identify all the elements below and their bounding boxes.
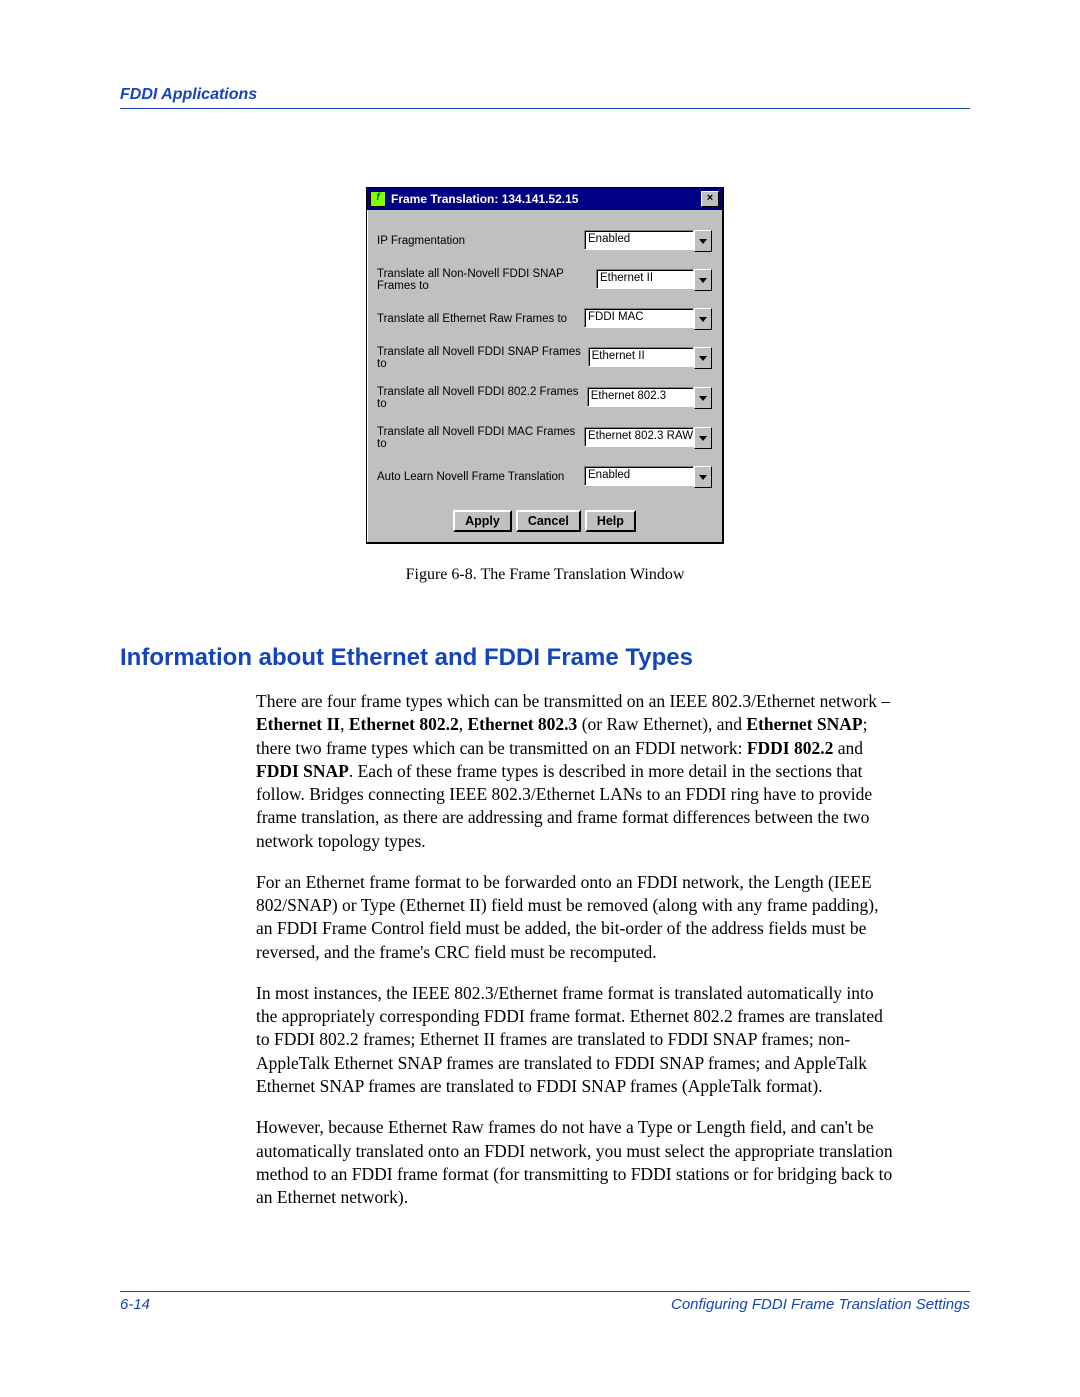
dialog-title: Frame Translation: 134.141.52.15 <box>391 192 701 206</box>
dialog-titlebar: f Frame Translation: 134.141.52.15 × <box>367 188 722 210</box>
option-row: Translate all Non-Novell FDDI SNAP Frame… <box>377 268 712 292</box>
select-value: FDDI MAC <box>584 308 694 328</box>
body-text-column: There are four frame types which can be … <box>256 690 896 1209</box>
ethernet-raw-select[interactable]: FDDI MAC <box>584 308 712 330</box>
bold-text: Ethernet 802.3 <box>467 714 577 734</box>
novell-mac-select[interactable]: Ethernet 802.3 RAW <box>584 427 712 449</box>
help-button[interactable]: Help <box>585 510 636 532</box>
option-label: Auto Learn Novell Frame Translation <box>377 471 564 483</box>
running-header: FDDI Applications <box>120 86 970 109</box>
bold-text: Ethernet 802.2 <box>349 714 459 734</box>
app-icon: f <box>370 191 386 207</box>
cancel-button[interactable]: Cancel <box>516 510 581 532</box>
dialog-button-row: Apply Cancel Help <box>377 510 712 532</box>
text: . Each of these frame types is described… <box>256 761 872 851</box>
option-row: Translate all Ethernet Raw Frames to FDD… <box>377 308 712 330</box>
frame-translation-dialog: f Frame Translation: 134.141.52.15 × IP … <box>366 187 724 544</box>
select-value: Enabled <box>584 230 694 250</box>
chevron-down-icon <box>694 466 712 488</box>
ip-fragmentation-select[interactable]: Enabled <box>584 230 712 252</box>
paragraph: For an Ethernet frame format to be forwa… <box>256 871 896 964</box>
figure-container: f Frame Translation: 134.141.52.15 × IP … <box>120 187 970 544</box>
paragraph: In most instances, the IEEE 802.3/Ethern… <box>256 982 896 1098</box>
page-footer: 6-14 Configuring FDDI Frame Translation … <box>120 1291 970 1313</box>
figure-caption: Figure 6-8. The Frame Translation Window <box>120 566 970 584</box>
select-value: Ethernet II <box>588 347 694 367</box>
select-value: Enabled <box>584 466 694 486</box>
chevron-down-icon <box>694 347 712 369</box>
option-row: IP Fragmentation Enabled <box>377 230 712 252</box>
option-label: Translate all Ethernet Raw Frames to <box>377 313 567 325</box>
option-row: Translate all Novell FDDI MAC Frames to … <box>377 426 712 450</box>
auto-learn-select[interactable]: Enabled <box>584 466 712 488</box>
close-button[interactable]: × <box>701 191 719 207</box>
text: and <box>833 738 863 758</box>
option-label: Translate all Non-Novell FDDI SNAP Frame… <box>377 268 596 292</box>
chevron-down-icon <box>694 427 712 449</box>
dialog-body: IP Fragmentation Enabled Translate all N… <box>367 210 722 542</box>
chevron-down-icon <box>694 269 712 291</box>
bold-text: Ethernet SNAP <box>746 714 862 734</box>
section-heading: Information about Ethernet and FDDI Fram… <box>120 644 970 672</box>
option-row: Auto Learn Novell Frame Translation Enab… <box>377 466 712 488</box>
paragraph: There are four frame types which can be … <box>256 690 896 853</box>
option-label: IP Fragmentation <box>377 235 465 247</box>
non-novell-snap-select[interactable]: Ethernet II <box>596 269 712 291</box>
document-page: FDDI Applications f Frame Translation: 1… <box>0 0 1080 1397</box>
novell-8022-select[interactable]: Ethernet 802.3 <box>587 387 712 409</box>
novell-snap-select[interactable]: Ethernet II <box>588 347 712 369</box>
page-number: 6-14 <box>120 1296 150 1313</box>
text: There are four frame types which can be … <box>256 691 890 711</box>
chevron-down-icon <box>694 230 712 252</box>
text: (or Raw Ethernet), and <box>577 714 746 734</box>
option-label: Translate all Novell FDDI MAC Frames to <box>377 426 584 450</box>
select-value: Ethernet II <box>596 269 694 289</box>
bold-text: FDDI 802.2 <box>747 738 834 758</box>
chevron-down-icon <box>694 387 712 409</box>
select-value: Ethernet 802.3 <box>587 387 694 407</box>
chevron-down-icon <box>694 308 712 330</box>
option-label: Translate all Novell FDDI SNAP Frames to <box>377 346 588 370</box>
apply-button[interactable]: Apply <box>453 510 512 532</box>
option-row: Translate all Novell FDDI 802.2 Frames t… <box>377 386 712 410</box>
footer-section-title: Configuring FDDI Frame Translation Setti… <box>671 1296 970 1313</box>
option-label: Translate all Novell FDDI 802.2 Frames t… <box>377 386 587 410</box>
select-value: Ethernet 802.3 RAW <box>584 427 694 447</box>
paragraph: However, because Ethernet Raw frames do … <box>256 1116 896 1209</box>
text: , <box>340 714 349 734</box>
bold-text: FDDI SNAP <box>256 761 349 781</box>
bold-text: Ethernet II <box>256 714 340 734</box>
option-row: Translate all Novell FDDI SNAP Frames to… <box>377 346 712 370</box>
